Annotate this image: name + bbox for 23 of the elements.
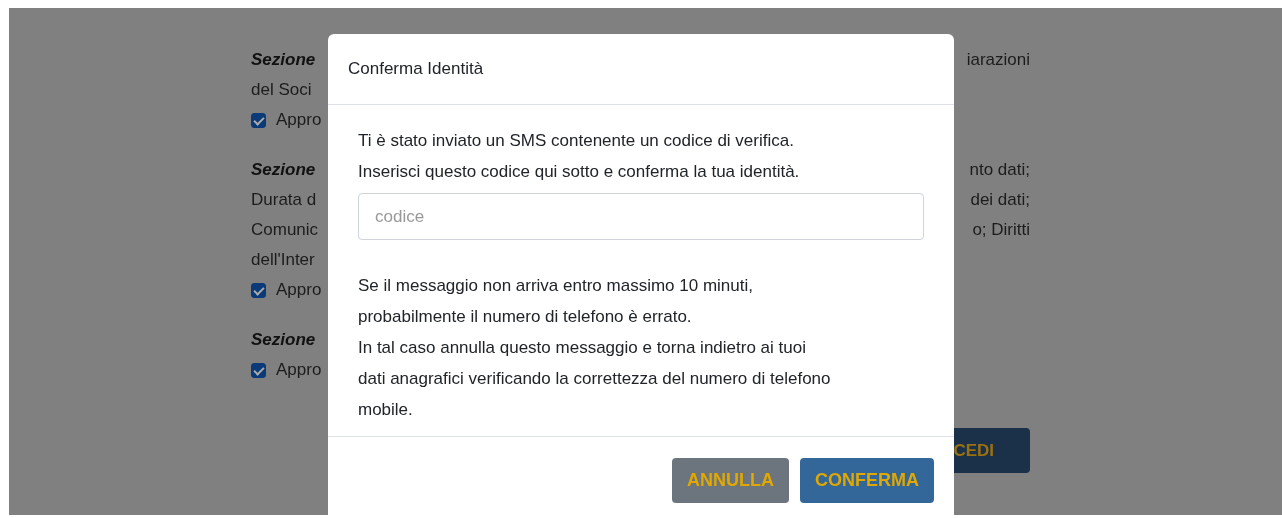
section-text: Durata d bbox=[251, 190, 317, 210]
confirm-button[interactable]: CONFERMA bbox=[800, 457, 934, 503]
intro-text: Ti è stato inviato un SMS contenente un codice di verifica. Inserisci questo codice qui sotto e conferma la tua identità. bbox=[358, 130, 801, 183]
cancel-button[interactable]: ANNULLA bbox=[672, 457, 789, 503]
approval-label: Appro bbox=[276, 280, 322, 300]
section-text: o; Diritti bbox=[972, 220, 1030, 240]
approval-checkbox[interactable] bbox=[251, 112, 266, 128]
section-text: Comunic bbox=[251, 220, 319, 240]
approval-label: Appro bbox=[276, 110, 322, 130]
note-text: Se il messaggio non arriva entro massimo 10 minuti, probabilmente il numero di telefono è errato. In tal caso annulla questo messaggio e torna indietro ai tuoi dati anagrafici verificando la correttezza del numero di telefono mobile. bbox=[358, 275, 832, 421]
dialog-title: Conferma Identità bbox=[348, 59, 484, 79]
section-heading: Sezione bbox=[251, 330, 316, 350]
approval-checkbox[interactable] bbox=[251, 362, 266, 378]
approval-checkbox[interactable] bbox=[251, 282, 266, 298]
section-heading: Sezione bbox=[251, 50, 316, 70]
section-heading: Sezione bbox=[251, 160, 316, 180]
code-field[interactable]: codice bbox=[358, 193, 924, 240]
section-text: dei dati; bbox=[970, 190, 1030, 210]
approval-label: Appro bbox=[276, 360, 322, 380]
section-text: del Soci bbox=[251, 80, 312, 100]
section-text: iarazioni bbox=[966, 50, 1030, 70]
section-text: nto dati; bbox=[969, 160, 1030, 180]
section-text: dell'Inter bbox=[251, 250, 315, 270]
